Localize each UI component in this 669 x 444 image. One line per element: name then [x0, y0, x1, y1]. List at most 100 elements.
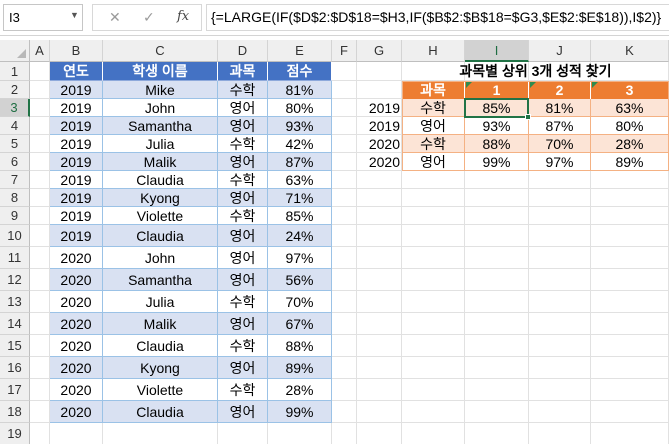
table-cell-subject[interactable]: 영어 — [218, 189, 268, 207]
row-header-3[interactable]: 3 — [0, 99, 30, 117]
row-header-9[interactable]: 9 — [0, 207, 30, 225]
table-cell-student-name[interactable]: Samantha — [103, 269, 218, 291]
table-cell-student-name[interactable]: Claudia — [103, 401, 218, 423]
year-label[interactable]: 2019 — [357, 117, 402, 135]
table-cell-score[interactable]: 63% — [268, 171, 332, 189]
cancel-icon[interactable]: ✕ — [109, 9, 121, 26]
select-all-corner[interactable] — [0, 40, 30, 62]
enter-icon[interactable]: ✓ — [143, 9, 155, 26]
table-cell-year[interactable]: 2019 — [50, 189, 103, 207]
row-header-19[interactable]: 19 — [0, 423, 30, 444]
column-header-h[interactable]: H — [402, 40, 465, 62]
column-header-f[interactable]: F — [332, 40, 357, 62]
row-header-2[interactable]: 2 — [0, 81, 30, 99]
row-header-1[interactable]: 1 — [0, 62, 30, 81]
table-cell-year[interactable]: 2019 — [50, 153, 103, 171]
row-header-6[interactable]: 6 — [0, 153, 30, 171]
chevron-down-icon[interactable]: ▼ — [70, 10, 79, 20]
table-cell-student-name[interactable]: Kyong — [103, 357, 218, 379]
row-header-17[interactable]: 17 — [0, 379, 30, 401]
table-cell-subject[interactable]: 수학 — [218, 335, 268, 357]
table-cell-subject[interactable]: 수학 — [218, 291, 268, 313]
table-cell-student-name[interactable]: Julia — [103, 291, 218, 313]
table-cell-year[interactable]: 2019 — [50, 225, 103, 247]
row-header-10[interactable]: 10 — [0, 225, 30, 247]
row-header-11[interactable]: 11 — [0, 247, 30, 269]
row-header-7[interactable]: 7 — [0, 171, 30, 189]
column-header-c[interactable]: C — [103, 40, 218, 62]
fill-handle[interactable] — [525, 114, 531, 120]
table-cell-year[interactable]: 2020 — [50, 357, 103, 379]
table-cell-subject[interactable]: 영어 — [218, 269, 268, 291]
table-cell-year[interactable]: 2019 — [50, 99, 103, 117]
year-label[interactable]: 2019 — [357, 99, 402, 117]
table-cell-score[interactable]: 28% — [268, 379, 332, 401]
table-cell-year[interactable]: 2020 — [50, 335, 103, 357]
table-cell-student-name[interactable]: Mike — [103, 81, 218, 99]
table-header-score[interactable]: 점수 — [268, 62, 332, 81]
table-cell-score[interactable]: 42% — [268, 135, 332, 153]
year-label[interactable]: 2020 — [357, 135, 402, 153]
column-header-g[interactable]: G — [357, 40, 402, 62]
column-header-k[interactable]: K — [591, 40, 669, 62]
table-cell-year[interactable]: 2020 — [50, 379, 103, 401]
column-header-a[interactable]: A — [30, 40, 50, 62]
table-cell-subject[interactable]: 영어 — [218, 401, 268, 423]
table-cell-score[interactable]: 87% — [268, 153, 332, 171]
table-cell-student-name[interactable]: Violette — [103, 379, 218, 401]
formula-input[interactable]: {=LARGE(IF($D$2:$D$18=$H3,IF($B$2:$B$18=… — [206, 4, 669, 31]
table-cell-score[interactable]: 56% — [268, 269, 332, 291]
column-header-i[interactable]: I — [465, 40, 529, 62]
table-cell-score[interactable]: 89% — [268, 357, 332, 379]
table-cell-student-name[interactable]: Claudia — [103, 225, 218, 247]
row-header-15[interactable]: 15 — [0, 335, 30, 357]
table-header-subject[interactable]: 과목 — [218, 62, 268, 81]
table-cell-year[interactable]: 2020 — [50, 401, 103, 423]
table-cell-year[interactable]: 2020 — [50, 313, 103, 335]
table-cell-year[interactable]: 2019 — [50, 171, 103, 189]
table-cell-student-name[interactable]: Violette — [103, 207, 218, 225]
table-cell-subject[interactable]: 영어 — [218, 313, 268, 335]
row-header-13[interactable]: 13 — [0, 291, 30, 313]
table-cell-subject[interactable]: 영어 — [218, 357, 268, 379]
table-cell-subject[interactable]: 영어 — [218, 247, 268, 269]
table-cell-score[interactable]: 67% — [268, 313, 332, 335]
selected-cell-i3[interactable] — [464, 98, 529, 118]
table-cell-student-name[interactable]: Kyong — [103, 189, 218, 207]
table-cell-subject[interactable]: 수학 — [218, 171, 268, 189]
row-header-5[interactable]: 5 — [0, 135, 30, 153]
insert-function-icon[interactable]: fx — [177, 9, 189, 24]
column-header-b[interactable]: B — [50, 40, 103, 62]
summary-title[interactable]: 과목별 상위 3개 성적 찾기 — [402, 62, 669, 81]
table-header-student-name[interactable]: 학생 이름 — [103, 62, 218, 81]
table-cell-subject[interactable]: 수학 — [218, 81, 268, 99]
table-cell-score[interactable]: 93% — [268, 117, 332, 135]
table-cell-year[interactable]: 2020 — [50, 247, 103, 269]
table-cell-year[interactable]: 2020 — [50, 291, 103, 313]
row-header-14[interactable]: 14 — [0, 313, 30, 335]
table-cell-student-name[interactable]: Malik — [103, 313, 218, 335]
table-cell-score[interactable]: 97% — [268, 247, 332, 269]
table-cell-subject[interactable]: 영어 — [218, 153, 268, 171]
year-label[interactable]: 2020 — [357, 153, 402, 171]
row-header-18[interactable]: 18 — [0, 401, 30, 423]
table-cell-student-name[interactable]: Samantha — [103, 117, 218, 135]
table-cell-student-name[interactable]: Claudia — [103, 335, 218, 357]
column-header-e[interactable]: E — [268, 40, 332, 62]
table-cell-year[interactable]: 2019 — [50, 81, 103, 99]
table-cell-subject[interactable]: 영어 — [218, 117, 268, 135]
table-cell-subject[interactable]: 수학 — [218, 135, 268, 153]
row-header-4[interactable]: 4 — [0, 117, 30, 135]
table-cell-score[interactable]: 99% — [268, 401, 332, 423]
table-cell-year[interactable]: 2019 — [50, 135, 103, 153]
table-cell-score[interactable]: 88% — [268, 335, 332, 357]
table-cell-student-name[interactable]: John — [103, 247, 218, 269]
table-cell-subject[interactable]: 수학 — [218, 207, 268, 225]
column-header-j[interactable]: J — [529, 40, 591, 62]
table-cell-score[interactable]: 81% — [268, 81, 332, 99]
table-cell-year[interactable]: 2019 — [50, 207, 103, 225]
table-cell-student-name[interactable]: John — [103, 99, 218, 117]
table-cell-student-name[interactable]: Malik — [103, 153, 218, 171]
row-header-8[interactable]: 8 — [0, 189, 30, 207]
row-header-16[interactable]: 16 — [0, 357, 30, 379]
